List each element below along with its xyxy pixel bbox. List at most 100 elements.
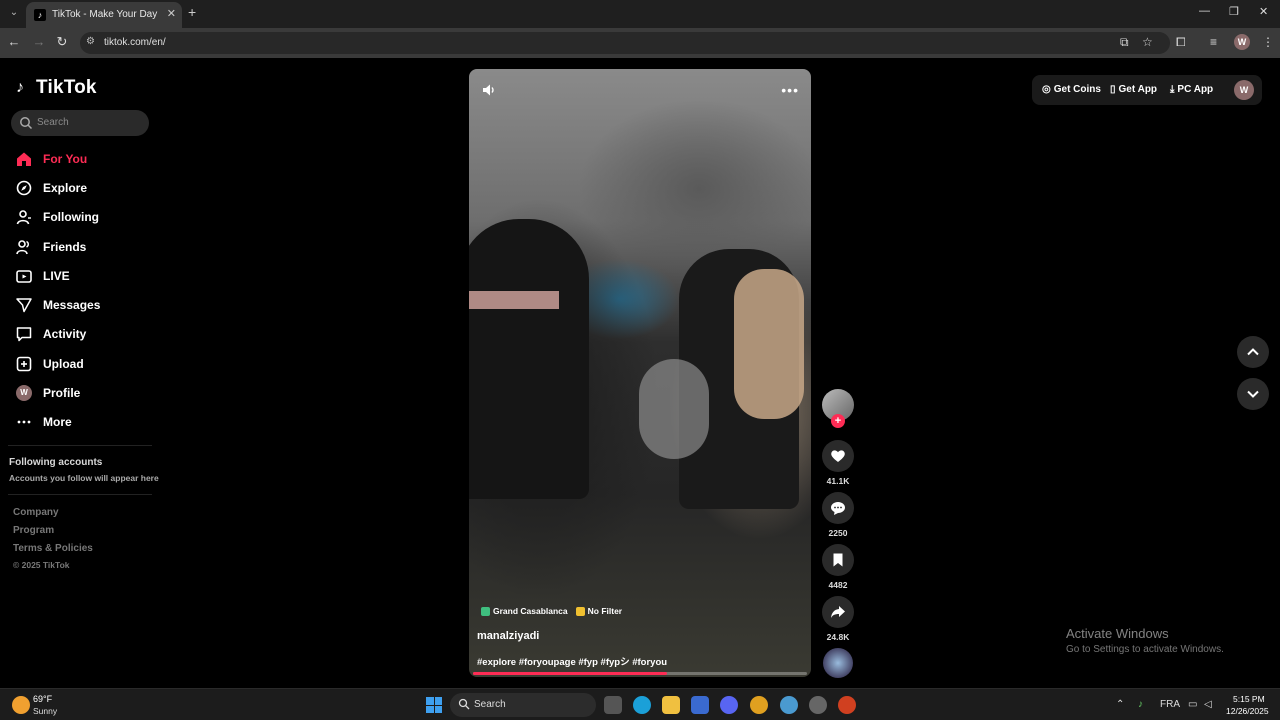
footer-link-terms[interactable]: Terms & Policies <box>13 543 93 554</box>
sidebar-item-profile[interactable]: W Profile <box>0 378 160 407</box>
location-tag[interactable]: Grand Casablanca <box>481 606 568 616</box>
video-caption[interactable]: #explore #foryoupage #fyp #fypシ #foryou <box>477 654 667 668</box>
forward-icon[interactable]: → <box>30 34 48 49</box>
reload-icon[interactable]: ↻ <box>53 34 71 50</box>
new-tab-icon[interactable]: + <box>188 4 196 20</box>
bookmark-icon <box>833 553 843 567</box>
bookmark-star-icon[interactable]: ☆ <box>1142 35 1153 49</box>
get-coins-button[interactable]: ◎ Get Coins <box>1042 84 1101 95</box>
like-button[interactable] <box>822 440 854 472</box>
music-disc-avatar[interactable] <box>823 648 853 678</box>
get-app-button[interactable]: ▯ Get App <box>1110 84 1157 95</box>
sidebar-item-label: Messages <box>43 298 101 313</box>
browser-profile-avatar[interactable]: W <box>1234 34 1250 50</box>
ellipsis-icon <box>16 414 32 430</box>
file-explorer-icon[interactable] <box>662 696 680 714</box>
task-view-icon[interactable] <box>604 696 622 714</box>
search-input[interactable]: Search <box>11 110 149 136</box>
location-tag-label: Grand Casablanca <box>493 606 568 616</box>
user-avatar[interactable]: W <box>1234 80 1254 100</box>
tiktok-app: ♪ TikTok Search For You Explore Followin… <box>0 58 1280 688</box>
get-app-label: Get App <box>1118 84 1158 95</box>
browser-menu-icon[interactable]: ⋮ <box>1262 35 1274 49</box>
chrome-profile-icon[interactable] <box>780 696 798 714</box>
footer-link-company[interactable]: Company <box>13 507 59 518</box>
sidebar-item-for-you[interactable]: For You <box>0 144 160 173</box>
sidebar-item-following[interactable]: Following <box>0 203 160 232</box>
filter-tag[interactable]: No Filter <box>575 606 622 616</box>
microphone-app-icon[interactable] <box>838 696 856 714</box>
close-window-icon[interactable]: ✕ <box>1259 5 1268 18</box>
chrome-icon[interactable] <box>750 696 768 714</box>
discord-icon[interactable] <box>720 696 738 714</box>
back-icon[interactable]: ← <box>5 34 23 49</box>
pc-app-button[interactable]: ⤓ PC App <box>1170 84 1213 95</box>
activate-title: Activate Windows <box>1066 626 1169 641</box>
volume-icon[interactable] <box>481 82 497 98</box>
video-hand <box>734 269 804 419</box>
site-info-icon[interactable]: ⚙ <box>86 36 98 48</box>
language-indicator[interactable]: FRA <box>1160 699 1180 710</box>
tiktok-logo[interactable]: ♪ TikTok <box>16 76 97 100</box>
home-icon <box>16 151 32 167</box>
app-icon[interactable] <box>809 696 827 714</box>
chevron-down-icon <box>1247 390 1259 398</box>
tray-chevron-up-icon[interactable]: ⌃ <box>1116 699 1124 710</box>
tab-search-icon[interactable]: ⌄ <box>6 5 22 21</box>
previous-video-button[interactable] <box>1237 336 1269 368</box>
share-icon <box>831 606 845 618</box>
media-icon[interactable]: ≡ <box>1210 35 1217 49</box>
share-count: 24.8K <box>826 632 850 642</box>
save-count: 4482 <box>828 580 848 590</box>
tab-close-icon[interactable]: ✕ <box>167 7 176 20</box>
message-box-icon <box>16 326 32 342</box>
windows-start-icon[interactable] <box>426 697 442 713</box>
extensions-icon[interactable]: ⧠ <box>1176 35 1186 50</box>
more-options-icon[interactable]: ••• <box>781 83 799 97</box>
video-author[interactable]: manalziyadi <box>477 630 539 642</box>
video-progress-bar[interactable] <box>473 672 807 675</box>
minimize-icon[interactable]: — <box>1199 5 1210 17</box>
store-icon[interactable] <box>691 696 709 714</box>
browser-tab[interactable]: ♪ TikTok - Make Your Day ✕ <box>26 2 182 28</box>
sidebar-item-label: Following <box>43 210 99 225</box>
browser-tabbar: ⌄ ♪ TikTok - Make Your Day ✕ + — ❐ ✕ <box>0 0 1280 28</box>
sidebar-item-label: LIVE <box>43 268 70 283</box>
volume-icon[interactable]: ◁ <box>1204 699 1212 710</box>
windows-taskbar: 69°F Sunny Search ⌃ ♪ FRA ▭ ◁ 5:15 PM 12… <box>0 688 1280 720</box>
taskbar-search[interactable]: Search <box>450 693 596 717</box>
share-button[interactable] <box>822 596 854 628</box>
footer-link-program[interactable]: Program <box>13 525 54 536</box>
sidebar-item-label: Activity <box>43 327 87 342</box>
sidebar-item-friends[interactable]: Friends <box>0 232 160 261</box>
maximize-icon[interactable]: ❐ <box>1229 5 1239 18</box>
sidebar-item-live[interactable]: LIVE <box>0 261 160 290</box>
clock-time[interactable]: 5:15 PM <box>1233 694 1265 704</box>
comment-button[interactable] <box>822 492 854 524</box>
install-app-icon[interactable]: ⧉ <box>1120 35 1129 50</box>
edge-icon[interactable] <box>633 696 651 714</box>
comment-icon <box>831 502 845 515</box>
weather-sun-icon[interactable] <box>12 696 30 714</box>
sidebar-item-messages[interactable]: Messages <box>0 290 160 319</box>
sidebar-item-upload[interactable]: Upload <box>0 349 160 378</box>
chevron-up-icon <box>1247 348 1259 356</box>
next-video-button[interactable] <box>1237 378 1269 410</box>
comment-count: 2250 <box>828 528 848 538</box>
like-count: 41.1K <box>826 476 850 486</box>
heart-icon <box>831 450 845 462</box>
video-player[interactable]: ••• Grand Casablanca No Filter manalziya… <box>469 69 811 677</box>
send-icon <box>16 297 32 313</box>
video-tags: Grand Casablanca No Filter <box>481 606 622 616</box>
clock-date[interactable]: 12/26/2025 <box>1226 706 1269 716</box>
sidebar-item-more[interactable]: More <box>0 408 160 437</box>
search-icon <box>458 698 470 710</box>
save-button[interactable] <box>822 544 854 576</box>
mic-icon[interactable]: ♪ <box>1138 699 1143 710</box>
sidebar-item-activity[interactable]: Activity <box>0 320 160 349</box>
follow-plus-icon[interactable]: + <box>831 414 845 428</box>
video-progress-fill <box>473 672 667 675</box>
address-bar[interactable]: ⚙ tiktok.com/en/ <box>80 32 1170 54</box>
network-icon[interactable]: ▭ <box>1188 699 1197 710</box>
sidebar-item-explore[interactable]: Explore <box>0 173 160 202</box>
